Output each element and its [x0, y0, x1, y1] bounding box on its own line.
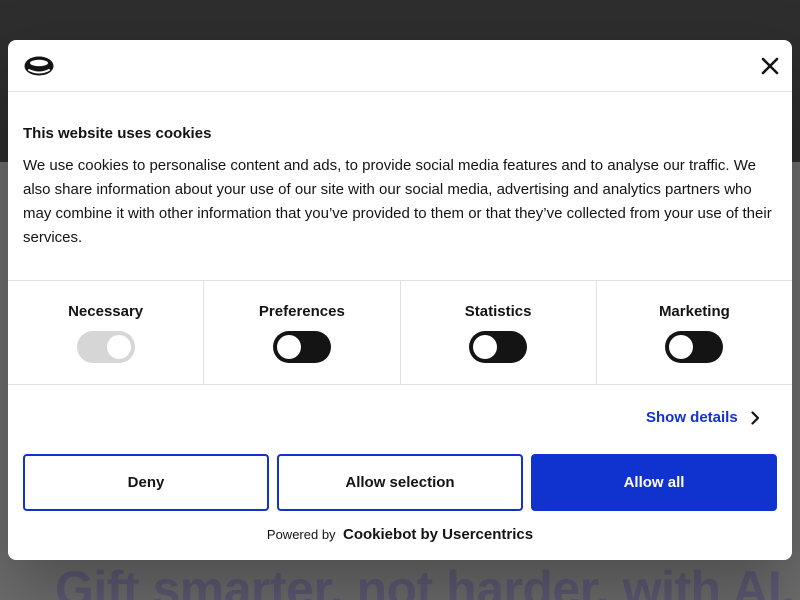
- category-label: Statistics: [464, 303, 532, 320]
- chevron-right-icon: [751, 410, 759, 425]
- category-label: Preferences: [258, 303, 345, 320]
- statistics-toggle[interactable]: [469, 331, 528, 363]
- category-preferences: Preferences: [204, 281, 401, 384]
- category-marketing: Marketing: [597, 281, 792, 384]
- dialog-description: We use cookies to personalise content an…: [23, 157, 772, 246]
- dialog-title: This website uses cookies: [23, 125, 212, 142]
- allow-selection-button[interactable]: Allow selection: [277, 454, 523, 511]
- toggle-knob: [106, 335, 131, 359]
- necessary-toggle: [76, 331, 135, 363]
- powered-by-text: Powered by: [266, 527, 336, 542]
- consent-categories: Necessary Preferences Statistics Marketi…: [8, 280, 792, 385]
- cookiebot-logo-icon: [24, 56, 54, 76]
- toggle-knob: [473, 335, 498, 359]
- powered-by: Powered by Cookiebot by Usercentrics: [8, 526, 792, 544]
- allow-all-button[interactable]: Allow all: [531, 454, 777, 511]
- category-label: Marketing: [658, 303, 730, 320]
- show-details-label: Show details: [646, 409, 738, 426]
- toggle-knob: [669, 335, 694, 359]
- marketing-toggle[interactable]: [665, 331, 724, 363]
- cookiebot-brand-link[interactable]: Cookiebot by Usercentrics: [343, 526, 533, 543]
- category-label: Necessary: [68, 303, 144, 320]
- close-icon[interactable]: [758, 54, 782, 78]
- dialog-header: [8, 40, 792, 92]
- cookie-consent-dialog: This website uses cookies We use cookies…: [8, 40, 792, 560]
- deny-button[interactable]: Deny: [23, 454, 269, 511]
- category-statistics: Statistics: [401, 281, 597, 384]
- show-details-link[interactable]: Show details: [646, 409, 760, 426]
- background-headline: Gift smarter, not harder, with AI.: [55, 561, 795, 600]
- preferences-toggle[interactable]: [272, 331, 331, 363]
- category-necessary: Necessary: [8, 281, 205, 384]
- toggle-knob: [276, 335, 301, 359]
